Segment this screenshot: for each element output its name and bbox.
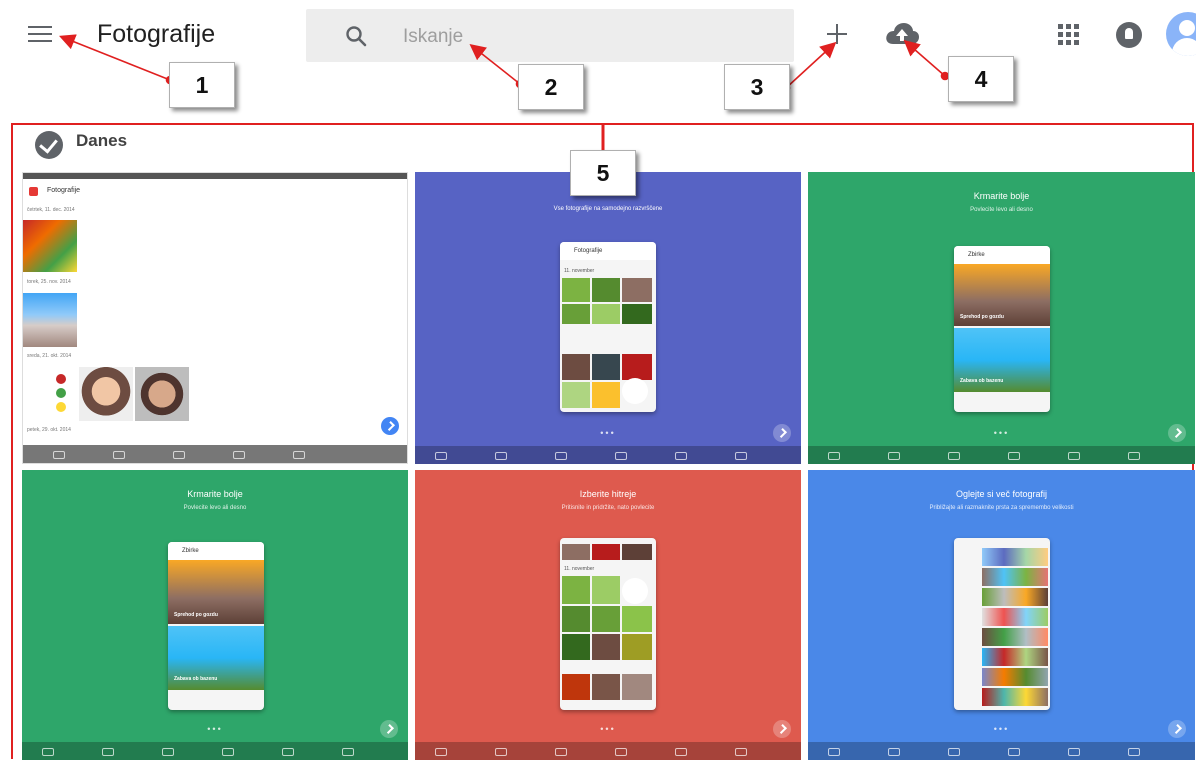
photo-thumbnail — [23, 220, 77, 272]
status-bar — [808, 172, 1195, 180]
phone-date: 11. november — [564, 566, 595, 572]
fab-search-icon[interactable] — [381, 417, 399, 435]
photo-tile[interactable]: Oglejte si več fotografij Približajte al… — [808, 470, 1195, 760]
album-label: Zabava ob bazenu — [960, 378, 1004, 384]
section-date-label: Danes — [76, 131, 128, 150]
notifications-icon[interactable] — [1116, 22, 1142, 48]
next-arrow-icon[interactable] — [773, 720, 791, 738]
page-indicator: ••• — [207, 724, 223, 734]
search-input[interactable] — [401, 23, 765, 51]
phone-mockup: Fotografije 11. november — [560, 242, 656, 412]
callout-1: 1 — [169, 62, 235, 108]
page-indicator: ••• — [600, 428, 616, 438]
album-label: Sprehod po gozdu — [174, 612, 218, 618]
tile-app-header: Fotografije — [47, 187, 81, 194]
page-indicator: ••• — [600, 724, 616, 734]
photo-tile[interactable]: Vse fotografije na samodejno razvrščene … — [415, 172, 801, 464]
phone-date: 11. november — [564, 268, 595, 274]
select-all-check-icon[interactable] — [35, 131, 63, 159]
tile-title: Vse fotografije na samodejno razvrščene — [553, 206, 663, 212]
phone-mockup — [954, 538, 1050, 710]
android-nav-bar — [22, 742, 408, 760]
next-arrow-icon[interactable] — [380, 720, 398, 738]
tile-subtitle: Povlecite levo ali desno — [970, 207, 1033, 213]
next-arrow-icon[interactable] — [1168, 720, 1186, 738]
avatar[interactable] — [1166, 12, 1196, 56]
photo-tile[interactable]: Krmarite bolje Povlecite levo ali desno … — [808, 172, 1195, 464]
tile-title: Krmarite bolje — [187, 489, 243, 499]
cloud-upload-icon[interactable] — [884, 20, 920, 48]
status-bar — [415, 470, 801, 478]
album-label: Sprehod po gozdu — [960, 314, 1004, 320]
portrait-photo — [79, 367, 133, 421]
phone-mockup: 11. november — [560, 538, 656, 710]
android-nav-bar — [415, 742, 801, 760]
tile-date: petek, 29. okt. 2014 — [27, 427, 71, 433]
search-icon[interactable] — [344, 24, 368, 48]
phone-mockup: Zbirke Sprehod po gozdu Zabava ob bazenu — [954, 246, 1050, 412]
portrait-photo — [135, 367, 189, 421]
tile-title: Oglejte si več fotografij — [955, 489, 1048, 499]
android-nav-bar — [23, 445, 407, 463]
tile-subtitle: Pritisnite in pridržite, nato povlecite — [561, 505, 655, 511]
traffic-light-photo — [23, 367, 77, 421]
phone-header: Zbirke — [168, 542, 264, 560]
app-title: Fotografije — [97, 20, 216, 48]
tile-title: Krmarite bolje — [973, 191, 1030, 201]
tile-date: sreda, 21. okt. 2014 — [27, 353, 72, 359]
page-indicator: ••• — [993, 428, 1010, 438]
tile-subtitle: Povlecite levo ali desno — [183, 505, 247, 511]
next-arrow-icon[interactable] — [773, 424, 791, 442]
apps-grid-icon[interactable] — [1058, 24, 1080, 46]
album-label: Zabava ob bazenu — [174, 676, 218, 682]
phone-header: Zbirke — [954, 246, 1050, 264]
phone-mockup: Zbirke Sprehod po gozdu Zabava ob bazenu — [168, 542, 264, 710]
next-arrow-icon[interactable] — [1168, 424, 1186, 442]
android-nav-bar — [808, 446, 1195, 464]
photo-tile[interactable]: Izberite hitreje Pritisnite in pridržite… — [415, 470, 801, 760]
android-nav-bar — [415, 446, 801, 464]
callout-3: 3 — [724, 64, 790, 110]
callout-2: 2 — [518, 64, 584, 110]
android-nav-bar — [808, 742, 1195, 760]
status-bar — [22, 470, 408, 478]
plus-icon[interactable] — [825, 22, 849, 46]
menu-icon[interactable] — [28, 24, 54, 44]
photos-app-icon — [29, 187, 38, 196]
photo-thumbnail — [23, 293, 77, 347]
search-bar[interactable] — [306, 9, 794, 62]
phone-header: Fotografije — [560, 242, 656, 260]
tile-date: torek, 25. nov. 2014 — [27, 279, 71, 285]
tile-title: Izberite hitreje — [579, 489, 637, 499]
photo-tile[interactable]: Krmarite bolje Povlecite levo ali desno … — [22, 470, 408, 760]
photo-grid: Fotografije četrtek, 11. dec. 2014 torek… — [22, 172, 1195, 762]
callout-5: 5 — [570, 150, 636, 196]
tile-date: četrtek, 11. dec. 2014 — [27, 207, 75, 213]
status-bar — [808, 470, 1195, 478]
tile-subtitle: Približajte ali razmaknite prsta za spre… — [929, 505, 1074, 511]
photo-tile[interactable]: Fotografije četrtek, 11. dec. 2014 torek… — [22, 172, 408, 464]
callout-4: 4 — [948, 56, 1014, 102]
page-indicator: ••• — [993, 724, 1010, 734]
